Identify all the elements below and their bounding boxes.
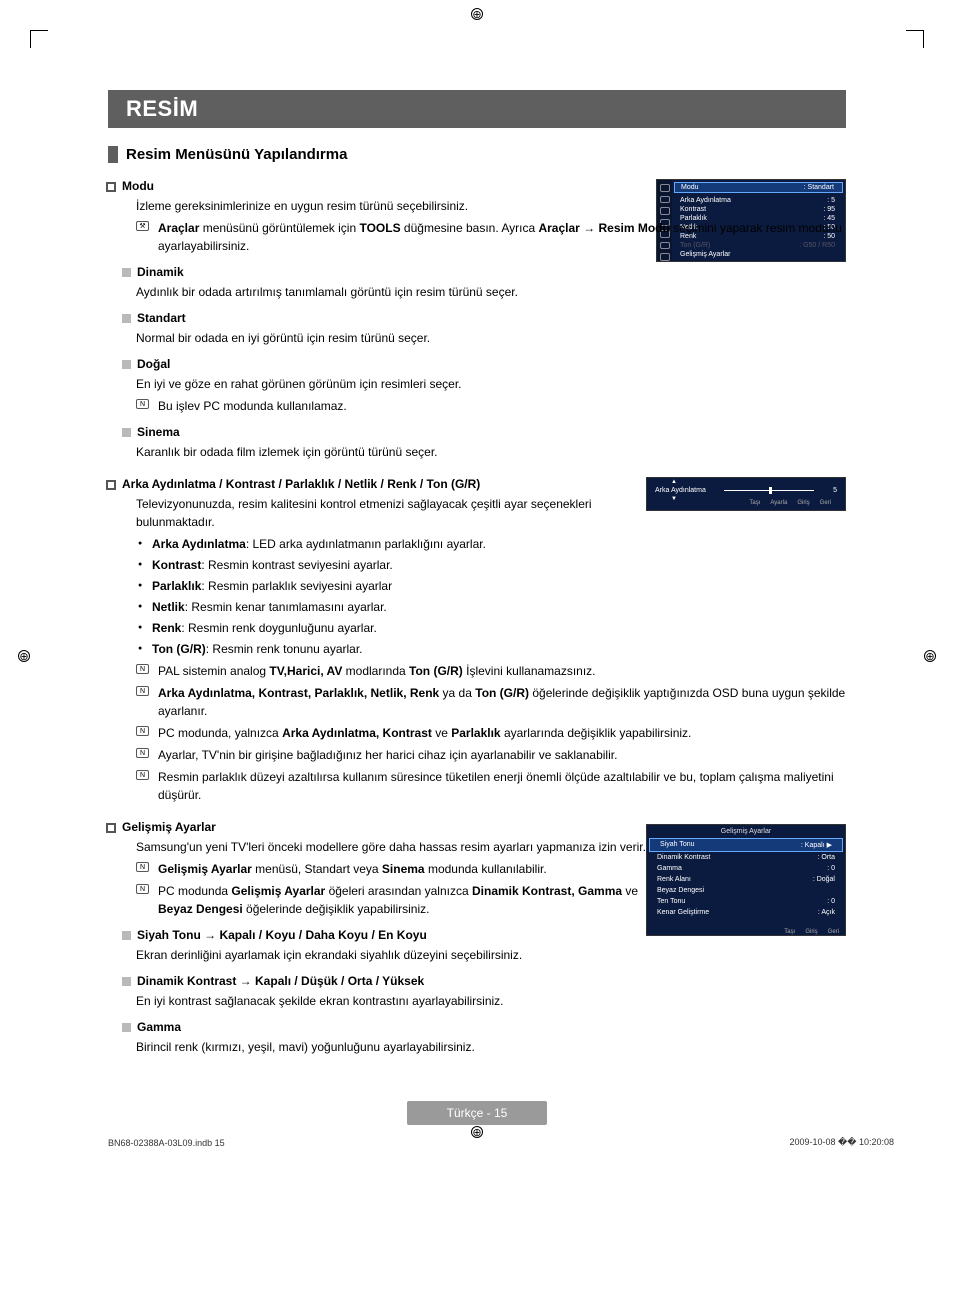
print-timestamp: 2009-10-08 �� 10:20:08 [789, 1137, 894, 1148]
note-icon: N [136, 686, 149, 696]
bullet-item: Kontrast: Resmin kontrast seviyesini aya… [152, 556, 846, 574]
note: NAyarlar, TV'nin bir girişine bağladığın… [136, 746, 846, 764]
osd-value: : Standart [804, 184, 834, 191]
registration-mark-bottom: ⊕ [471, 1126, 483, 1138]
osd-advanced-settings: Gelişmiş Ayarlar Siyah Tonu: Kapalı ▶ Di… [646, 824, 846, 936]
body-text: Karanlık bir odada film izlemek için gör… [136, 443, 846, 461]
bullet-item: Netlik: Resmin kenar tanımlamasını ayarl… [152, 598, 846, 616]
note-icon: N [136, 862, 149, 872]
subsection-standart: Standart Normal bir odada en iyi görüntü… [108, 311, 846, 347]
registration-mark-top: ⊕ [471, 8, 483, 20]
note: NGelişmiş Ayarlar menüsü, Standart veya … [136, 860, 846, 878]
body-text: En iyi ve göze en rahat görünen görünüm … [136, 375, 846, 393]
osd-footer: TaşıAyarlaGirişGeri [655, 497, 837, 506]
osd-row: Kontrast: 95 [674, 205, 843, 214]
bullet-item: Parlaklık: Resmin parlaklık seviyesini a… [152, 577, 846, 595]
registration-mark-left: ⊕ [18, 650, 30, 662]
note-icon: N [136, 726, 149, 736]
osd-row: Arka Aydınlatma: 5 [674, 196, 843, 205]
osd-footer: TaşıGirişGeri [647, 926, 845, 935]
note: NResmin parlaklık düzeyi azaltılırsa kul… [136, 768, 846, 804]
registration-mark-right: ⊕ [924, 650, 936, 662]
square-bullet-icon [106, 480, 116, 490]
page-content: RESİM Resim Menüsünü Yapılandırma Modu : … [0, 0, 954, 1160]
square-bullet-icon [106, 182, 116, 192]
body-text: Normal bir odada en iyi görüntü için res… [136, 329, 846, 347]
gray-bullet-icon [122, 1023, 131, 1032]
subsection-dogal: Doğal En iyi ve göze en rahat görünen gö… [108, 357, 846, 415]
section-arka: ▲Arka Aydınlatma▼ 5 TaşıAyarlaGirişGeri … [108, 477, 846, 804]
osd-title: Gelişmiş Ayarlar [647, 825, 845, 838]
gray-bullet-icon [122, 428, 131, 437]
osd-row: Siyah Tonu: Kapalı ▶ [649, 838, 843, 852]
section-modu: Modu : Standart Arka Aydınlatma: 5 Kontra… [108, 179, 846, 461]
note: NArka Aydınlatma, Kontrast, Parlaklık, N… [136, 684, 846, 720]
page-footer: Türkçe - 15 [108, 1106, 846, 1120]
bullet-item: Renk: Resmin renk doygunluğunu ayarlar. [152, 619, 846, 637]
osd-slider-row: ▲Arka Aydınlatma▼ 5 [655, 484, 837, 497]
note-icon: N [136, 399, 149, 409]
osd-label: Modu [681, 184, 699, 191]
body-text: Birincil renk (kırmızı, yeşil, mavi) yoğ… [136, 1038, 846, 1056]
gray-bullet-icon [122, 268, 131, 277]
gray-bullet-icon [122, 977, 131, 986]
page-number-badge: Türkçe - 15 [407, 1101, 548, 1125]
body-text: Televizyonunuzda, resim kalitesini kontr… [136, 495, 656, 531]
indb-filename: BN68-02388A-03L09.indb 15 [108, 1138, 225, 1148]
body-text: En iyi kontrast sağlanacak şekilde ekran… [136, 992, 846, 1010]
gray-bullet-icon [122, 360, 131, 369]
osd-value: 5 [833, 487, 837, 494]
subsection-sinema: Sinema Karanlık bir odada film izlemek i… [108, 425, 846, 461]
subsection-gamma: Gamma Birincil renk (kırmızı, yeşil, mav… [108, 1020, 846, 1056]
note-icon: N [136, 884, 149, 894]
crop-mark [30, 30, 48, 48]
note: NBu işlev PC modunda kullanılamaz. [136, 397, 846, 415]
bullet-item: Arka Aydınlatma: LED arka aydınlatmanın … [152, 535, 846, 553]
note-icon: N [136, 664, 149, 674]
crop-mark [906, 30, 924, 48]
note: NPC modunda, yalnızca Arka Aydınlatma, K… [136, 724, 846, 742]
note-icon: N [136, 748, 149, 758]
gray-bullet-icon [122, 314, 131, 323]
square-bullet-icon [106, 823, 116, 833]
gray-bullet-icon [122, 931, 131, 940]
osd-label: Arka Aydınlatma [655, 487, 706, 494]
tools-note: ⚒Araçlar menüsünü görüntülemek için TOOL… [136, 219, 846, 255]
note: NPAL sistemin analog TV,Harici, AV modla… [136, 662, 846, 680]
section-gelismis: Gelişmiş Ayarlar Siyah Tonu: Kapalı ▶ Di… [108, 820, 846, 1056]
osd-row-modu: Modu : Standart [674, 182, 843, 193]
body-text: Aydınlık bir odada artırılmış tanımlamal… [136, 283, 846, 301]
osd-slider-backlight: ▲Arka Aydınlatma▼ 5 TaşıAyarlaGirişGeri [646, 477, 846, 511]
subsection-dinamik: Dinamik Aydınlık bir odada artırılmış ta… [108, 265, 846, 301]
body-text: Samsung'un yeni TV'leri önceki modellere… [136, 838, 656, 856]
bullet-item: Ton (G/R): Resmin renk tonunu ayarlar. [152, 640, 846, 658]
slider-track [724, 490, 814, 491]
note: NPC modunda Gelişmiş Ayarlar öğeleri ara… [136, 882, 846, 918]
subsection-dinamik-kontrast: Dinamik Kontrast → Kapalı / Düşük / Orta… [108, 974, 846, 1010]
chapter-title: RESİM [108, 90, 846, 128]
tools-icon: ⚒ [136, 221, 149, 231]
chevron-right-icon: ▶ [827, 842, 832, 849]
section-title: Resim Menüsünü Yapılandırma [108, 146, 846, 163]
note-icon: N [136, 770, 149, 780]
body-text: Ekran derinliğini ayarlamak için ekranda… [136, 946, 846, 964]
